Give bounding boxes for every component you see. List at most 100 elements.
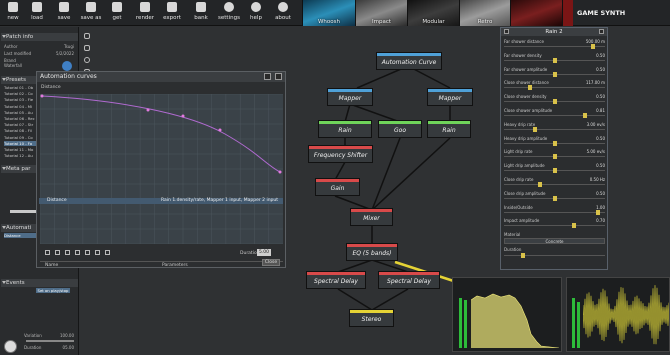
- param-value: 0.50 Hz: [589, 177, 605, 182]
- rain-panel-title[interactable]: Rain 2: [501, 28, 607, 36]
- param-label: Far shower amplitude: [504, 66, 548, 72]
- param-label: Close drip amplitude: [504, 190, 546, 196]
- node-rain-2[interactable]: Rain: [427, 120, 471, 138]
- param-label: Close drip rate: [504, 177, 534, 182]
- down-arrow-icon[interactable]: [85, 250, 90, 255]
- flip-icon[interactable]: [95, 250, 100, 255]
- pen-tool-icon[interactable]: [55, 250, 60, 255]
- node-rain-1[interactable]: Rain: [318, 120, 372, 138]
- smooth-tool-icon[interactable]: [65, 250, 70, 255]
- param-track[interactable]: [504, 184, 605, 185]
- automation-window-title[interactable]: Automation curves: [37, 72, 285, 82]
- node-frequency-shifter[interactable]: Frequency Shifter: [308, 145, 373, 163]
- param-knob[interactable]: [596, 209, 601, 215]
- param-label: Close shower density: [504, 94, 547, 100]
- node-mapper-2[interactable]: Mapper: [427, 88, 473, 106]
- param-track[interactable]: [504, 115, 605, 116]
- rain-param[interactable]: Close shower distance 117.00 m: [504, 80, 605, 94]
- rain-param[interactable]: Close shower amplitude 0.81: [504, 108, 605, 122]
- rain-param[interactable]: Inside/Outside 1.00: [504, 205, 605, 219]
- automation-graph[interactable]: [40, 94, 283, 244]
- param-knob[interactable]: [552, 71, 557, 77]
- param-value: 0.50: [596, 135, 605, 141]
- up-arrow-icon[interactable]: [75, 250, 80, 255]
- rain-param[interactable]: Far shower amplitude 0.50: [504, 67, 605, 81]
- param-value: 0.50: [596, 52, 605, 58]
- col-params-header: Parameters: [162, 263, 188, 268]
- rain-param[interactable]: Far shower density 0.50: [504, 53, 605, 67]
- param-label: Light drip amplitude: [504, 163, 545, 169]
- param-knob[interactable]: [552, 140, 557, 146]
- level-meter-left: [459, 298, 462, 348]
- table-divider: [40, 261, 283, 262]
- rain2-properties-panel: Rain 2 Far shower distance 500.00 m Far sh…: [500, 27, 608, 270]
- window-close-button[interactable]: [275, 73, 282, 80]
- window-pin-button[interactable]: [264, 73, 271, 80]
- material-select[interactable]: Concrete: [504, 238, 605, 244]
- param-track[interactable]: [504, 211, 605, 213]
- param-label: Inside/Outside: [504, 204, 533, 210]
- param-label: Impact amplitude: [504, 218, 540, 224]
- node-automation-curve[interactable]: Automation Curve: [376, 52, 442, 70]
- spectrum-scope: [452, 277, 562, 352]
- rain-param[interactable]: Close drip rate 0.50 Hz: [504, 177, 605, 191]
- node-goo[interactable]: Goo: [378, 120, 422, 138]
- rain-param[interactable]: Light drip rate 5.00 ev/s: [504, 149, 605, 163]
- panel-close-icon[interactable]: [599, 29, 604, 34]
- param-track[interactable]: [504, 225, 605, 227]
- curve-preset-icon[interactable]: [105, 250, 110, 255]
- material-label: Material: [504, 232, 521, 237]
- param-value: 0.70: [596, 218, 605, 224]
- rain-param[interactable]: Close drip amplitude 0.50: [504, 191, 605, 205]
- param-knob[interactable]: [552, 57, 557, 63]
- curve-name-label: Distance: [41, 85, 61, 90]
- param-value: 0.50: [596, 163, 605, 169]
- node-mixer[interactable]: Mixer: [350, 208, 393, 226]
- param-knob[interactable]: [552, 99, 557, 105]
- param-value: 0.81: [596, 108, 605, 113]
- param-knob[interactable]: [537, 182, 542, 187]
- param-label: Light drip rate: [504, 149, 533, 155]
- rain-duration-knob[interactable]: [521, 253, 525, 258]
- waveform-graph: [583, 285, 669, 345]
- rain-param[interactable]: Light drip amplitude 0.50: [504, 163, 605, 177]
- param-value: 5.00 ev/s: [586, 149, 605, 155]
- rain-param[interactable]: Heavy drip rate 3.00 ev/s: [504, 122, 605, 136]
- param-knob[interactable]: [571, 223, 576, 229]
- param-knob[interactable]: [591, 44, 596, 49]
- param-value: 500.00 m: [585, 39, 605, 44]
- param-knob[interactable]: [552, 195, 557, 201]
- param-knob[interactable]: [582, 113, 587, 118]
- rain-param[interactable]: Impact amplitude 0.70: [504, 218, 605, 232]
- select-tool-icon[interactable]: [45, 250, 50, 255]
- param-knob[interactable]: [552, 154, 557, 160]
- param-label: Heavy drip amplitude: [504, 135, 548, 141]
- node-spectral-delay-2[interactable]: Spectral Delay: [378, 271, 440, 289]
- node-gain[interactable]: Gain: [315, 178, 360, 196]
- node-spectral-delay-1[interactable]: Spectral Delay: [306, 271, 366, 289]
- panel-pin-icon[interactable]: [504, 29, 509, 34]
- param-knob[interactable]: [533, 126, 538, 132]
- param-label: Far shower density: [504, 52, 542, 58]
- param-track[interactable]: [504, 87, 605, 89]
- automation-table-row[interactable]: Distance Rain 1.density/rate, Mapper 1 i…: [39, 198, 283, 204]
- node-eq[interactable]: EQ (5 bands): [346, 243, 398, 261]
- node-stereo[interactable]: Stereo: [349, 309, 394, 327]
- param-value: 3.00 ev/s: [586, 121, 605, 127]
- node-mapper-1[interactable]: Mapper: [327, 88, 373, 106]
- param-knob[interactable]: [552, 168, 557, 174]
- rain-duration-label: Duration: [504, 247, 522, 252]
- param-value: 0.50: [596, 94, 605, 100]
- param-knob[interactable]: [528, 85, 533, 91]
- rain-param[interactable]: Close shower density 0.50: [504, 94, 605, 108]
- close-button[interactable]: Close: [262, 259, 280, 266]
- duration-input[interactable]: 5.00: [257, 249, 271, 256]
- rain-param[interactable]: Far shower distance 500.00 m: [504, 39, 605, 53]
- param-track[interactable]: [504, 46, 605, 47]
- param-label: Heavy drip rate: [504, 121, 536, 127]
- param-track[interactable]: [504, 128, 605, 130]
- param-label: Close shower distance: [504, 80, 549, 86]
- rain-param[interactable]: Heavy drip amplitude 0.50: [504, 136, 605, 150]
- param-label: Close shower amplitude: [504, 108, 553, 113]
- rain-duration-track[interactable]: [504, 255, 605, 256]
